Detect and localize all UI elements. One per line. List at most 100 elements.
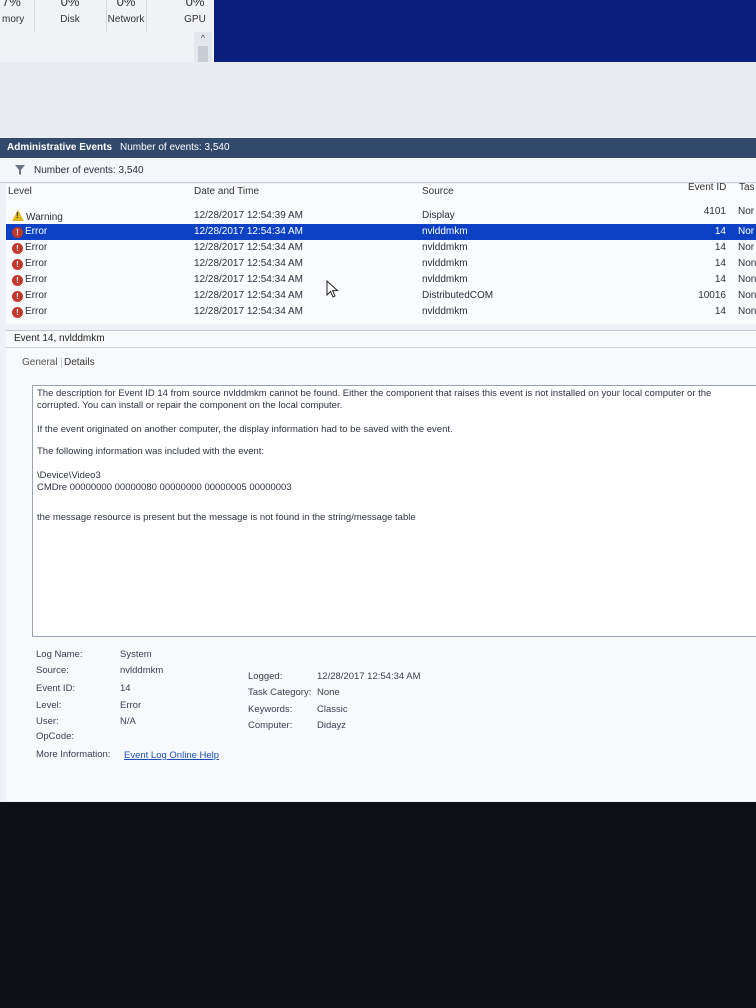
row-level: ! Error bbox=[12, 290, 47, 302]
table-row[interactable]: ! Error 12/28/2017 12:54:34 AM Distribute… bbox=[6, 288, 756, 304]
row-source: nvlddmkm bbox=[422, 226, 468, 237]
table-row-selected[interactable]: ! Error 12/28/2017 12:54:34 AM nvlddmkm 1… bbox=[6, 224, 756, 240]
error-icon: ! bbox=[12, 291, 23, 302]
tm-memory-label: mory bbox=[2, 14, 25, 25]
tm-disk-label: Disk bbox=[60, 14, 80, 25]
row-level: ! Error bbox=[12, 242, 47, 254]
mouse-cursor-icon bbox=[326, 280, 339, 298]
keywords-value: Classic bbox=[317, 704, 348, 715]
tab-general[interactable]: General bbox=[22, 357, 62, 368]
col-header-event-id[interactable]: Event ID bbox=[688, 182, 726, 193]
row-source: nvlddmkm bbox=[422, 258, 468, 269]
opcode-label: OpCode: bbox=[36, 731, 75, 742]
row-event-id: 14 bbox=[714, 258, 726, 269]
tm-scroll-thumb[interactable] bbox=[198, 46, 208, 62]
row-source: nvlddmkm bbox=[422, 242, 468, 253]
logged-value: 12/28/2017 12:54:34 AM bbox=[317, 671, 421, 682]
row-date: 12/28/2017 12:54:34 AM bbox=[194, 242, 303, 253]
filter-icon[interactable] bbox=[14, 164, 26, 179]
table-row[interactable]: ! Error 12/28/2017 12:54:34 AM nvlddmkm 1… bbox=[6, 304, 756, 320]
row-task: Non bbox=[738, 290, 756, 301]
event-description-box[interactable]: The description for Event ID 14 from sou… bbox=[32, 385, 756, 637]
event-log-online-help-link[interactable]: Event Log Online Help bbox=[124, 750, 219, 761]
row-date: 12/28/2017 12:54:34 AM bbox=[194, 258, 303, 269]
row-source: nvlddmkm bbox=[422, 274, 468, 285]
table-row[interactable]: ! Warning 12/28/2017 12:54:39 AM Display … bbox=[6, 206, 756, 224]
col-header-level[interactable]: Level bbox=[8, 186, 32, 197]
desc-line: corrupted. You can install or repair the… bbox=[37, 400, 343, 411]
row-task: Nor bbox=[738, 206, 755, 217]
row-level: ! Error bbox=[12, 226, 47, 238]
view-title: Administrative Events bbox=[7, 142, 113, 153]
warning-icon: ! bbox=[12, 210, 24, 221]
tm-network-pct: 0% bbox=[116, 0, 136, 9]
error-icon: ! bbox=[12, 227, 23, 238]
user-value: N/A bbox=[120, 716, 136, 727]
log-name-value: System bbox=[120, 649, 152, 660]
tm-network-label: Network bbox=[107, 14, 145, 25]
tm-col-memory[interactable]: 7% mory bbox=[0, 0, 35, 32]
row-event-id: 14 bbox=[714, 306, 726, 317]
desc-line: \Device\Video3 bbox=[37, 470, 101, 481]
row-event-id: 14 bbox=[714, 274, 726, 285]
error-icon: ! bbox=[12, 259, 23, 270]
row-event-id: 10016 bbox=[698, 290, 726, 301]
row-date: 12/28/2017 12:54:34 AM bbox=[194, 290, 303, 301]
col-header-task[interactable]: Tas bbox=[739, 182, 755, 193]
user-label: User: bbox=[36, 716, 59, 727]
desc-line: The following information was included w… bbox=[37, 446, 265, 457]
level-value: Error bbox=[120, 700, 142, 711]
event-id-value: 14 bbox=[120, 683, 131, 694]
tm-col-network[interactable]: 0% Network bbox=[106, 0, 147, 32]
row-date: 12/28/2017 12:54:34 AM bbox=[194, 306, 303, 317]
row-task: Non bbox=[738, 306, 756, 317]
error-icon: ! bbox=[12, 275, 23, 286]
more-info-label: More Information: bbox=[36, 749, 111, 760]
row-source: Display bbox=[422, 210, 455, 221]
keywords-label: Keywords: bbox=[248, 704, 293, 715]
row-level: ! Error bbox=[12, 274, 47, 286]
view-title-bar: Administrative Events Number of events: … bbox=[0, 138, 756, 158]
col-header-source[interactable]: Source bbox=[422, 186, 454, 197]
row-source: nvlddmkm bbox=[422, 306, 468, 317]
error-icon: ! bbox=[12, 243, 23, 254]
table-row[interactable]: ! Error 12/28/2017 12:54:34 AM nvlddmkm 1… bbox=[6, 256, 756, 272]
logged-label: Logged: bbox=[248, 671, 283, 682]
row-event-id: 4101 bbox=[703, 206, 726, 217]
event-details-pane: Event 14, nvlddmkm General Details The d… bbox=[6, 330, 756, 801]
desc-line: the message resource is present but the … bbox=[37, 512, 416, 523]
source-label: Source: bbox=[36, 665, 69, 676]
table-row[interactable]: ! Error 12/28/2017 12:54:34 AM nvlddmkm 1… bbox=[6, 240, 756, 256]
details-separator bbox=[6, 347, 756, 348]
table-row[interactable]: ! Error 12/28/2017 12:54:34 AM nvlddmkm 1… bbox=[6, 272, 756, 288]
col-header-date[interactable]: Date and Time bbox=[194, 186, 259, 197]
row-event-id: 14 bbox=[714, 242, 726, 253]
row-date: 12/28/2017 12:54:34 AM bbox=[194, 274, 303, 285]
row-task: Non bbox=[738, 258, 756, 269]
tab-details[interactable]: Details bbox=[64, 357, 95, 368]
computer-value: Didayz bbox=[317, 720, 347, 731]
error-icon: ! bbox=[12, 307, 23, 318]
row-date: 12/28/2017 12:54:39 AM bbox=[194, 210, 303, 221]
row-task: Nor bbox=[738, 226, 755, 237]
desc-line: If the event originated on another compu… bbox=[37, 424, 453, 435]
event-id-label: Event ID: bbox=[36, 683, 76, 694]
task-category-value: None bbox=[317, 687, 340, 698]
row-source: DistributedCOM bbox=[422, 290, 494, 301]
row-task: Non bbox=[738, 274, 756, 285]
event-viewer-window: Administrative Events Number of events: … bbox=[0, 62, 756, 802]
tm-col-disk[interactable]: 0% Disk bbox=[34, 0, 107, 32]
tm-scroll-up-button[interactable]: ^ bbox=[194, 32, 212, 44]
events-grid: Level Date and Time Source Event ID Tas … bbox=[6, 182, 756, 324]
event-title: Event 14, nvlddmkm bbox=[14, 333, 105, 344]
task-manager-header: 7% mory 0% Disk 0% Network 0% GPU ^ bbox=[0, 0, 214, 62]
task-category-label: Task Category: bbox=[248, 687, 312, 698]
desc-line: CMDre 00000000 00000080 00000000 0000000… bbox=[37, 482, 292, 493]
tm-disk-pct: 0% bbox=[60, 0, 80, 9]
desc-line: The description for Event ID 14 from sou… bbox=[37, 388, 712, 399]
computer-label: Computer: bbox=[248, 720, 293, 731]
tm-scrollbar[interactable]: ^ bbox=[194, 32, 212, 62]
row-level: ! Warning bbox=[12, 210, 63, 223]
level-label: Level: bbox=[36, 700, 62, 711]
row-task: Nor bbox=[738, 242, 755, 253]
